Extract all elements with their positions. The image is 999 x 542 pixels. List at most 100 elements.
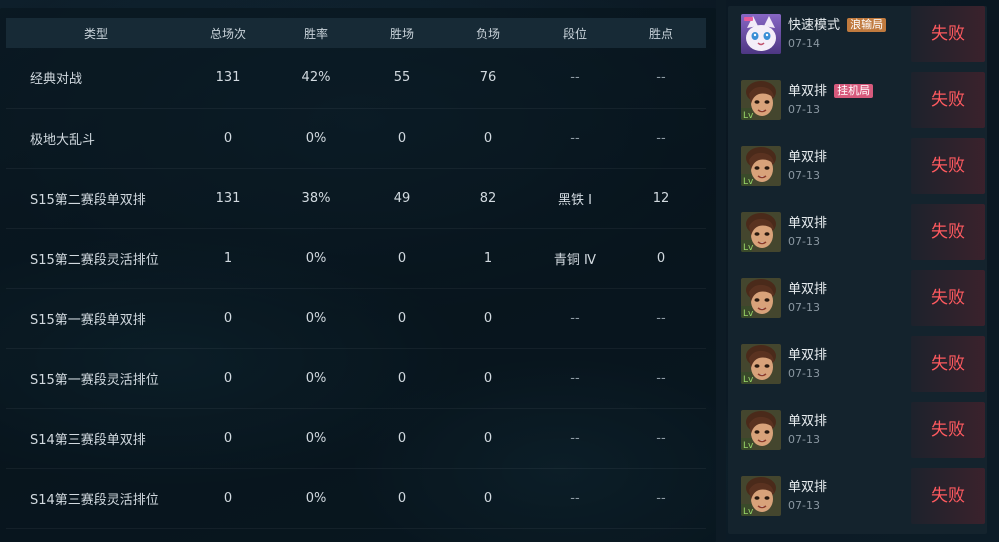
losses-cell: 76: [479, 70, 497, 86]
losses-cell: 0: [483, 370, 493, 386]
match-mode-label: 单双排: [788, 150, 828, 165]
column-header-total: 总场次: [209, 26, 246, 41]
match-date: 07-13: [788, 367, 820, 380]
svg-text:Lv: Lv: [743, 111, 754, 120]
match-item[interactable]: Lv 单双排 07-13 失败: [728, 468, 987, 526]
match-item[interactable]: Lv 单双排 07-13 失败: [728, 336, 987, 394]
queue-type-cell: S14第三赛段单双排: [30, 432, 146, 448]
match-date: 07-13: [788, 301, 820, 314]
match-mode-label: 单双排: [788, 348, 828, 363]
match-item[interactable]: Lv 单双排 07-13 失败: [728, 270, 987, 328]
match-item[interactable]: 快速模式 浪输局 07-14 失败: [728, 6, 987, 64]
match-result-label: 失败: [931, 222, 965, 242]
match-result-label: 失败: [931, 486, 965, 506]
match-result-box: 失败: [911, 72, 985, 128]
match-result-label: 失败: [931, 288, 965, 308]
rank-cell: 青铜 Ⅳ: [553, 252, 597, 268]
lp-cell: 0: [656, 250, 666, 266]
match-date: 07-13: [788, 433, 820, 446]
rank-cell: --: [570, 70, 580, 86]
match-mode-label: 单双排: [788, 216, 828, 231]
winrate-cell: 0%: [305, 490, 327, 506]
column-header-wins: 胜场: [389, 26, 414, 41]
taliyah-champion-icon: Lv: [741, 212, 781, 252]
total-games-cell: 0: [223, 490, 233, 506]
rank-cell: --: [570, 430, 580, 446]
winrate-cell: 0%: [305, 310, 327, 326]
queue-type-cell: S15第一赛段灵活排位: [30, 372, 159, 388]
taliyah-champion-icon: Lv: [741, 146, 781, 186]
column-header-type: 类型: [83, 26, 108, 41]
table-row: S14第三赛段灵活排位 0 0% 0 0 -- --: [6, 468, 706, 528]
match-result-box: 失败: [911, 270, 985, 326]
column-header-winrate: 胜率: [303, 26, 328, 41]
table-row: S14第三赛段单双排 0 0% 0 0 -- --: [6, 408, 706, 468]
svg-text:Lv: Lv: [743, 507, 754, 516]
match-mode-label: 快速模式: [788, 18, 841, 33]
match-result-box: 失败: [911, 402, 985, 458]
match-item[interactable]: Lv 单双排 挂机局 07-13 失败: [728, 72, 987, 130]
match-result-box: 失败: [911, 6, 985, 62]
svg-text:Lv: Lv: [743, 441, 754, 450]
winrate-cell: 0%: [305, 130, 327, 146]
table-row: S15第二赛段灵活排位 1 0% 0 1 青铜 Ⅳ 0: [6, 228, 706, 288]
queue-type-cell: S14第三赛段灵活排位: [30, 492, 159, 508]
winrate-cell: 38%: [301, 190, 331, 206]
match-result-label: 失败: [931, 24, 965, 44]
rank-cell: --: [570, 310, 580, 326]
table-row: S15第二赛段单双排 131 38% 49 82 黑铁 Ⅰ 12: [6, 168, 706, 228]
losses-cell: 1: [483, 250, 493, 266]
wins-cell: 0: [397, 370, 407, 386]
match-tag-badge: 浪输局: [847, 18, 887, 32]
app-root: 类型 总场次 胜率 胜场 负场 段位 胜点 经典对战 131 42% 55 76…: [0, 0, 999, 542]
column-header-lp: 胜点: [648, 26, 673, 41]
wins-cell: 0: [397, 130, 407, 146]
column-header-rank: 段位: [562, 26, 587, 41]
losses-cell: 0: [483, 490, 493, 506]
table-row: S15第一赛段灵活排位 0 0% 0 0 -- --: [6, 348, 706, 408]
losses-cell: 0: [483, 310, 493, 326]
match-result-box: 失败: [911, 336, 985, 392]
rank-cell: --: [570, 490, 580, 506]
rank-cell: 黑铁 Ⅰ: [558, 192, 592, 208]
winrate-cell: 0%: [305, 370, 327, 386]
wins-cell: 49: [393, 190, 411, 206]
panel-divider: [716, 0, 726, 542]
match-result-box: 失败: [911, 138, 985, 194]
wins-cell: 0: [397, 250, 407, 266]
rank-cell: --: [570, 370, 580, 386]
queue-type-cell: S15第二赛段灵活排位: [30, 252, 159, 268]
match-result-label: 失败: [931, 420, 965, 440]
match-result-label: 失败: [931, 90, 965, 110]
match-result-box: 失败: [911, 468, 985, 524]
match-date: 07-14: [788, 37, 820, 50]
lp-cell: --: [656, 370, 666, 386]
match-result-label: 失败: [931, 156, 965, 176]
match-date: 07-13: [788, 499, 820, 512]
winrate-cell: 42%: [301, 70, 331, 86]
taliyah-champion-icon: Lv: [741, 476, 781, 516]
match-item[interactable]: Lv 单双排 07-13 失败: [728, 204, 987, 262]
lp-cell: --: [656, 130, 666, 146]
total-games-cell: 0: [223, 370, 233, 386]
table-body: 经典对战 131 42% 55 76 -- -- 极地大乱斗 0 0% 0 0 …: [6, 48, 706, 528]
match-history-list[interactable]: 快速模式 浪输局 07-14 失败 Lv 单双排 挂机局 07-13 失败 Lv…: [728, 6, 987, 534]
match-date: 07-13: [788, 235, 820, 248]
losses-cell: 0: [483, 430, 493, 446]
total-games-cell: 131: [215, 70, 241, 86]
winrate-cell: 0%: [305, 250, 327, 266]
total-games-cell: 131: [215, 190, 241, 206]
lp-cell: --: [656, 430, 666, 446]
total-games-cell: 0: [223, 130, 233, 146]
lp-cell: --: [656, 310, 666, 326]
match-item[interactable]: Lv 单双排 07-13 失败: [728, 402, 987, 460]
lp-cell: 12: [652, 190, 670, 206]
losses-cell: 0: [483, 130, 493, 146]
total-games-cell: 1: [223, 250, 233, 266]
match-result-box: 失败: [911, 204, 985, 260]
queue-type-cell: 极地大乱斗: [30, 132, 96, 148]
match-tag-badge: 挂机局: [834, 84, 874, 98]
table-row: 极地大乱斗 0 0% 0 0 -- --: [6, 108, 706, 168]
match-mode-label: 单双排: [788, 414, 828, 429]
match-item[interactable]: Lv 单双排 07-13 失败: [728, 138, 987, 196]
